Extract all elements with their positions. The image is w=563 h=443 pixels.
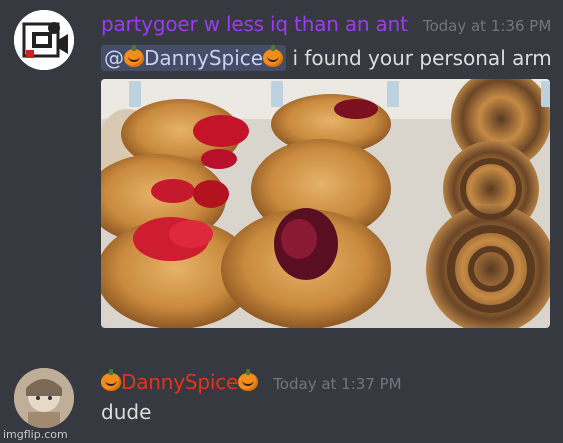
- user-mention[interactable]: @ DannySpice: [101, 45, 287, 71]
- pastries-photo: [101, 79, 550, 328]
- message-2: DannySpice Today at 1:37 PM dude: [0, 360, 563, 443]
- user-avatar[interactable]: [14, 368, 74, 428]
- message-text: dude: [101, 400, 151, 424]
- message-1: partygoer w less iq than an ant Today at…: [0, 0, 563, 340]
- pumpkin-icon: [124, 45, 144, 67]
- timestamp: Today at 1:36 PM: [422, 17, 552, 35]
- timestamp: Today at 1:37 PM: [273, 375, 402, 393]
- pumpkin-icon: [263, 45, 284, 67]
- mention-at: @: [104, 46, 124, 70]
- mention-name: DannySpice: [144, 46, 264, 70]
- message-body: dude: [101, 400, 152, 424]
- pumpkin-icon: [101, 369, 121, 391]
- message-body: i found your personal arm: [292, 46, 552, 70]
- username[interactable]: partygoer w less iq than an ant: [101, 12, 408, 36]
- message-text: @ DannySpice i found your personal arm: [101, 45, 552, 71]
- message-header: DannySpice Today at 1:37 PM: [101, 369, 402, 394]
- avatar-image-icon: [14, 10, 74, 70]
- message-header: partygoer w less iq than an ant Today at…: [101, 12, 551, 36]
- username[interactable]: DannySpice: [121, 370, 238, 394]
- pumpkin-icon: [238, 369, 259, 391]
- watermark: imgflip.com: [3, 428, 68, 441]
- user-avatar[interactable]: [14, 10, 74, 70]
- chat-window: partygoer w less iq than an ant Today at…: [0, 0, 563, 443]
- image-attachment[interactable]: [101, 79, 550, 328]
- avatar-image-icon: [14, 368, 74, 428]
